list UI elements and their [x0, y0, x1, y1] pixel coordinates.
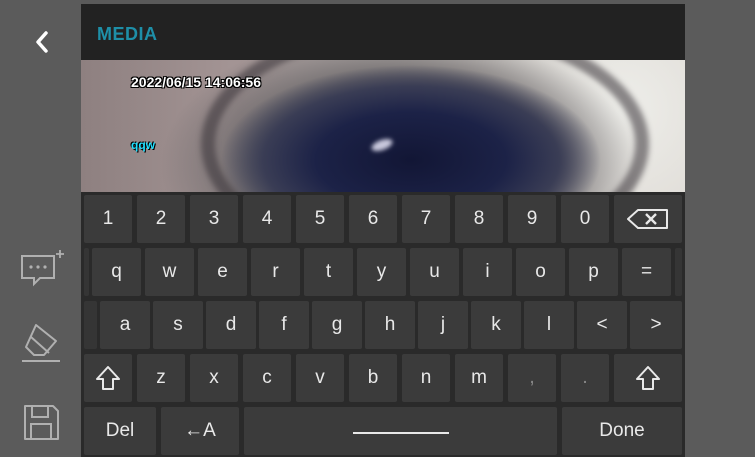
key-4[interactable]: 4	[243, 195, 291, 243]
key-6[interactable]: 6	[349, 195, 397, 243]
save-button[interactable]	[14, 398, 68, 446]
key-g[interactable]: g	[312, 301, 362, 349]
space-key[interactable]	[244, 407, 557, 455]
key-s[interactable]: s	[153, 301, 203, 349]
timestamp-overlay: 2022/06/15 14:06:56	[131, 74, 261, 90]
chevron-left-icon	[36, 31, 48, 53]
key-i[interactable]: i	[463, 248, 512, 296]
key-t[interactable]: t	[304, 248, 353, 296]
erase-button[interactable]	[14, 318, 68, 366]
key-spacer-left	[84, 301, 97, 349]
add-text-icon	[21, 250, 64, 287]
back-button[interactable]	[22, 22, 62, 62]
left-toolbar	[0, 0, 81, 457]
add-text-button[interactable]	[14, 242, 68, 290]
key-k[interactable]: k	[471, 301, 521, 349]
key-p[interactable]: p	[569, 248, 618, 296]
backspace-key[interactable]	[614, 195, 682, 243]
space-bar-line	[352, 432, 449, 434]
key-r[interactable]: r	[251, 248, 300, 296]
camera-preview: 2022/06/15 14:06:56 qqw	[81, 60, 685, 192]
key-period[interactable]: .	[561, 354, 609, 402]
right-panel	[685, 0, 755, 457]
key-z[interactable]: z	[137, 354, 185, 402]
key-5[interactable]: 5	[296, 195, 344, 243]
key-d[interactable]: d	[206, 301, 256, 349]
shift-icon	[96, 366, 120, 390]
key-x[interactable]: x	[190, 354, 238, 402]
shift-key-left[interactable]	[84, 354, 132, 402]
key-7[interactable]: 7	[402, 195, 450, 243]
key-l[interactable]: l	[524, 301, 574, 349]
key-2[interactable]: 2	[137, 195, 185, 243]
key-j[interactable]: j	[418, 301, 468, 349]
preview-rim	[201, 60, 649, 192]
key-u[interactable]: u	[410, 248, 459, 296]
key-spacer-left	[84, 248, 89, 296]
done-key[interactable]: Done	[562, 407, 682, 455]
text-overlay: qqw	[131, 138, 155, 152]
key-a[interactable]: a	[100, 301, 150, 349]
page-title: MEDIA	[97, 24, 158, 44]
key-greater-than[interactable]: >	[630, 301, 682, 349]
key-y[interactable]: y	[357, 248, 406, 296]
key-b[interactable]: b	[349, 354, 397, 402]
key-n[interactable]: n	[402, 354, 450, 402]
key-v[interactable]: v	[296, 354, 344, 402]
key-m[interactable]: m	[455, 354, 503, 402]
delete-key[interactable]: Del	[84, 407, 156, 455]
key-equals[interactable]: =	[622, 248, 671, 296]
backspace-icon	[627, 209, 668, 229]
back-a-key[interactable]: ←A	[161, 407, 239, 455]
save-icon	[24, 405, 59, 440]
key-w[interactable]: w	[145, 248, 194, 296]
key-less-than[interactable]: <	[577, 301, 627, 349]
key-comma[interactable]: ,	[508, 354, 556, 402]
key-e[interactable]: e	[198, 248, 247, 296]
key-q[interactable]: q	[92, 248, 141, 296]
on-screen-keyboard: 1 2 3 4 5 6 7 8 9 0 q w e r t y u i o p …	[81, 192, 685, 457]
key-o[interactable]: o	[516, 248, 565, 296]
shift-key-right[interactable]	[614, 354, 682, 402]
key-9[interactable]: 9	[508, 195, 556, 243]
key-spacer-right	[675, 248, 682, 296]
key-0[interactable]: 0	[561, 195, 609, 243]
eraser-icon	[22, 324, 60, 362]
key-1[interactable]: 1	[84, 195, 132, 243]
header-bar: MEDIA	[81, 4, 685, 60]
key-f[interactable]: f	[259, 301, 309, 349]
shift-icon	[636, 366, 660, 390]
key-8[interactable]: 8	[455, 195, 503, 243]
key-h[interactable]: h	[365, 301, 415, 349]
key-3[interactable]: 3	[190, 195, 238, 243]
key-c[interactable]: c	[243, 354, 291, 402]
